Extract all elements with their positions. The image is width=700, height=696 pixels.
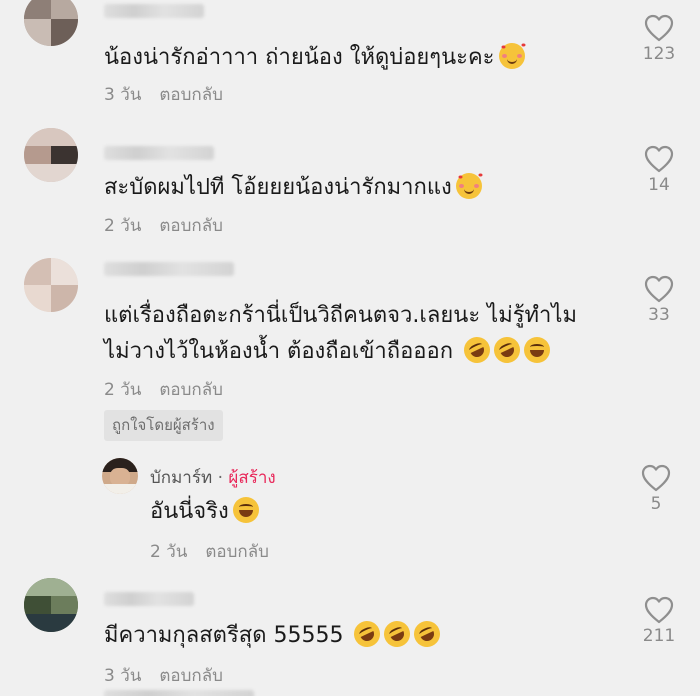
rolling-laughing-emoji-icon [350, 616, 385, 652]
comment-text-body: น้องน่ารักอ่าาาา ถ่ายน้อง ให้ดูบ่อยๆนะคะ [104, 45, 495, 70]
like-count: 211 [642, 626, 676, 646]
smiling-hearts-emoji-icon [498, 43, 525, 69]
comment-text: น้องน่ารักอ่าาาา ถ่ายน้อง ให้ดูบ่อยๆนะคะ [104, 40, 525, 76]
reply-button[interactable]: ตอบกลับ [205, 542, 269, 562]
reply-button[interactable]: ตอบกลับ [159, 380, 223, 400]
like-count: 14 [648, 175, 670, 195]
avatar[interactable] [24, 0, 78, 46]
comment-text-body: สะบัดผมไปที โอ้ยยยน้องน่ารักมากแง [104, 175, 452, 200]
comment-text: สะบัดผมไปที โอ้ยยยน้องน่ารักมากแง [104, 170, 482, 206]
comment-text-line2: ไม่วางไว้ในห้องน้ำ ต้องถือเข้าถือออก [104, 339, 454, 364]
comment-text: มีความกุลสตรีสุด 55555 [104, 616, 445, 654]
like-button[interactable]: 123 [629, 14, 689, 64]
comment-age: 2 วัน [104, 216, 142, 236]
reply-button[interactable]: ตอบกลับ [159, 216, 223, 236]
username[interactable] [104, 262, 234, 276]
comment-text: แต่เรื่องถือตะกร้านี่เป็นวิถีคนตจว.เลยนะ… [104, 298, 577, 334]
like-button[interactable]: 211 [629, 596, 689, 646]
comment-meta: 2 วัน ตอบกลับ [104, 212, 223, 239]
like-button[interactable]: 33 [629, 275, 689, 325]
creator-avatar[interactable] [102, 458, 138, 494]
avatar[interactable] [24, 578, 78, 632]
comment-meta: 3 วัน ตอบกลับ [104, 662, 223, 689]
next-reply-preview[interactable] [104, 690, 254, 696]
rolling-laughing-emoji-icon [410, 616, 445, 652]
reply-meta: 2 วัน ตอบกลับ [150, 538, 269, 565]
rolling-laughing-emoji-icon [489, 332, 525, 368]
laughing-emoji-icon [232, 497, 259, 523]
heart-outline-icon [644, 145, 674, 173]
like-button[interactable]: 5 [626, 464, 686, 514]
username[interactable] [104, 4, 204, 18]
heart-outline-icon [644, 14, 674, 42]
reply-text-body: อันนี่จริง [150, 499, 229, 524]
username[interactable] [104, 146, 214, 160]
comment-meta: 2 วัน ตอบกลับ [104, 376, 223, 403]
comment-age: 2 วัน [104, 380, 142, 400]
comment-text: ไม่วางไว้ในห้องน้ำ ต้องถือเข้าถือออก [104, 332, 551, 370]
reply-header: บักมาร์ท · ผู้สร้าง [150, 464, 276, 491]
username[interactable] [104, 592, 194, 606]
avatar[interactable] [24, 258, 78, 312]
comment-text-body: มีความกุลสตรีสุด 55555 [104, 623, 344, 648]
heart-outline-icon [644, 275, 674, 303]
smiling-hearts-emoji-icon [455, 173, 482, 199]
reply-age: 2 วัน [150, 542, 188, 562]
heart-outline-icon [641, 464, 671, 492]
reply-text: อันนี่จริง [150, 494, 259, 530]
like-count: 33 [648, 305, 670, 325]
comment-age: 3 วัน [104, 666, 142, 686]
creator-tag: ผู้สร้าง [228, 468, 276, 488]
creator-username[interactable]: บักมาร์ท [150, 468, 212, 488]
like-count: 123 [642, 44, 676, 64]
like-button[interactable]: 14 [629, 145, 689, 195]
reply-button[interactable]: ตอบกลับ [159, 85, 223, 105]
comments-panel: น้องน่ารักอ่าาาา ถ่ายน้อง ให้ดูบ่อยๆนะคะ… [0, 0, 700, 696]
rolling-laughing-emoji-icon [380, 616, 415, 652]
rolling-laughing-emoji-icon [459, 332, 495, 368]
comment-age: 3 วัน [104, 85, 142, 105]
laughing-emoji-icon [524, 337, 551, 363]
heart-outline-icon [644, 596, 674, 624]
reply-button[interactable]: ตอบกลับ [159, 666, 223, 686]
avatar[interactable] [24, 128, 78, 182]
like-count: 5 [650, 494, 662, 514]
comment-text-line1: แต่เรื่องถือตะกร้านี่เป็นวิถีคนตจว.เลยนะ… [104, 303, 577, 328]
liked-by-creator-badge: ถูกใจโดยผู้สร้าง [104, 410, 223, 441]
comment-meta: 3 วัน ตอบกลับ [104, 81, 223, 108]
separator-dot: · [212, 468, 229, 488]
